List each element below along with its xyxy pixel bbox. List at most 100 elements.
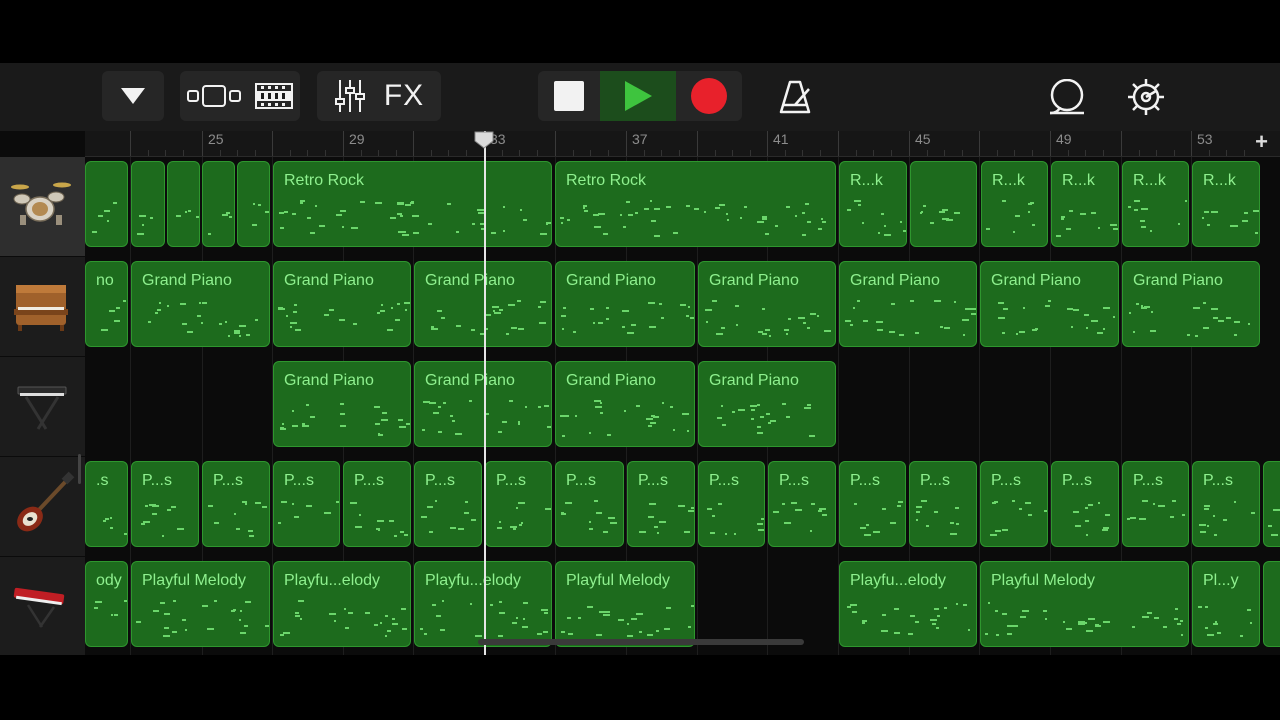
- midi-note: [519, 524, 522, 526]
- track-region[interactable]: Grand Piano: [273, 361, 411, 447]
- track-header-synth[interactable]: [0, 557, 85, 655]
- track-region[interactable]: Grand Piano: [414, 361, 552, 447]
- track-region[interactable]: Grand Piano: [273, 261, 411, 347]
- track-region[interactable]: Playful Melody: [131, 561, 270, 647]
- track-region[interactable]: [131, 161, 165, 247]
- track-region[interactable]: [910, 161, 977, 247]
- midi-note: [499, 612, 505, 614]
- track-region[interactable]: P...s: [980, 461, 1048, 547]
- midi-note: [712, 515, 715, 517]
- track-region[interactable]: P...s: [343, 461, 411, 547]
- midi-note: [916, 506, 922, 508]
- midi-note: [670, 406, 673, 408]
- midi-note: [620, 214, 622, 216]
- midi-note: [567, 617, 571, 619]
- track-region[interactable]: P...s: [414, 461, 482, 547]
- metronome-button[interactable]: [778, 79, 814, 115]
- track-region[interactable]: P...s: [768, 461, 836, 547]
- track-header-drums[interactable]: [0, 157, 85, 257]
- midi-note: [1207, 224, 1210, 226]
- record-button[interactable]: [676, 71, 742, 121]
- track-region[interactable]: Playful Melody: [980, 561, 1189, 647]
- track-region[interactable]: R...k: [1051, 161, 1119, 247]
- track-region[interactable]: Grand Piano: [414, 261, 552, 347]
- midi-note: [543, 631, 548, 633]
- track-region[interactable]: Grand Piano: [131, 261, 270, 347]
- track-region[interactable]: Playfu...elody: [839, 561, 977, 647]
- fx-button[interactable]: FX: [384, 79, 424, 113]
- browser-view-button[interactable]: [187, 84, 241, 108]
- midi-note: [298, 600, 304, 602]
- ruler-subtick: [819, 150, 821, 156]
- track-region[interactable]: P...s: [485, 461, 552, 547]
- playhead-handle-icon[interactable]: [474, 131, 494, 149]
- track-region[interactable]: Retro Rock: [273, 161, 552, 247]
- track-region[interactable]: P...s: [698, 461, 765, 547]
- track-region[interactable]: Playful Melody: [555, 561, 695, 647]
- track-region[interactable]: P...s: [839, 461, 906, 547]
- track-region[interactable]: Pl...y: [1192, 561, 1260, 647]
- track-region[interactable]: [202, 161, 235, 247]
- track-region[interactable]: Grand Piano: [555, 261, 695, 347]
- midi-note: [894, 632, 900, 634]
- playhead[interactable]: [484, 131, 486, 655]
- track-region[interactable]: P...s: [1051, 461, 1119, 547]
- tracks-view-button[interactable]: [255, 83, 293, 109]
- play-button[interactable]: [600, 71, 676, 121]
- track-region[interactable]: R...k: [981, 161, 1048, 247]
- midi-notes: [985, 600, 1184, 638]
- track-header-piano[interactable]: [0, 257, 85, 357]
- midi-note: [649, 326, 656, 328]
- track-region[interactable]: P...s: [909, 461, 977, 547]
- track-region[interactable]: R...k: [839, 161, 907, 247]
- track-region[interactable]: P...s: [273, 461, 340, 547]
- horizontal-scrollbar[interactable]: [478, 639, 804, 645]
- midi-note: [1091, 320, 1098, 322]
- mixer-button[interactable]: [334, 79, 366, 113]
- midi-note: [374, 406, 380, 408]
- track-region[interactable]: [237, 161, 270, 247]
- stop-button[interactable]: [538, 71, 600, 121]
- my-songs-button[interactable]: [102, 71, 164, 121]
- region-name: ody: [96, 572, 122, 589]
- track-region[interactable]: Playfu...elody: [273, 561, 411, 647]
- midi-note: [1013, 625, 1018, 627]
- track-region[interactable]: .s: [85, 461, 128, 547]
- track-region[interactable]: Grand Piano: [698, 361, 836, 447]
- track-region[interactable]: [1263, 561, 1280, 647]
- track-region[interactable]: R...k: [1122, 161, 1189, 247]
- track-region[interactable]: ody: [85, 561, 128, 647]
- track-region[interactable]: P...s: [1122, 461, 1189, 547]
- add-section-button[interactable]: +: [1255, 129, 1268, 155]
- track-region[interactable]: P...s: [131, 461, 199, 547]
- track-region[interactable]: Grand Piano: [1122, 261, 1260, 347]
- track-region[interactable]: R...k: [1192, 161, 1260, 247]
- midi-note: [465, 501, 468, 503]
- track-region[interactable]: [167, 161, 200, 247]
- midi-note: [1095, 625, 1101, 627]
- track-region[interactable]: Grand Piano: [839, 261, 977, 347]
- midi-note: [590, 308, 594, 310]
- track-region[interactable]: P...s: [1192, 461, 1260, 547]
- track-region[interactable]: Playfu...elody: [414, 561, 552, 647]
- timeline-ruler[interactable]: 25 29 33 37 41 45 49 53: [85, 131, 1280, 157]
- track-region[interactable]: Grand Piano: [555, 361, 695, 447]
- loop-browser-button[interactable]: [1048, 78, 1086, 115]
- track-header-bass[interactable]: [0, 457, 85, 557]
- midi-note: [631, 324, 636, 326]
- track-scroll-indicator[interactable]: [78, 454, 81, 484]
- midi-note: [258, 204, 261, 206]
- track-region[interactable]: [85, 161, 128, 247]
- midi-note: [760, 416, 764, 418]
- settings-button[interactable]: [1127, 78, 1165, 116]
- track-region[interactable]: Grand Piano: [980, 261, 1119, 347]
- track-region[interactable]: no: [85, 261, 128, 347]
- track-region[interactable]: P...s: [555, 461, 624, 547]
- track-region[interactable]: [1263, 461, 1280, 547]
- track-region[interactable]: P...s: [627, 461, 695, 547]
- track-header-keyboard[interactable]: [0, 357, 85, 457]
- track-region[interactable]: Retro Rock: [555, 161, 836, 247]
- track-region[interactable]: P...s: [202, 461, 270, 547]
- track-region[interactable]: Grand Piano: [698, 261, 836, 347]
- ruler-subtick: [926, 150, 928, 156]
